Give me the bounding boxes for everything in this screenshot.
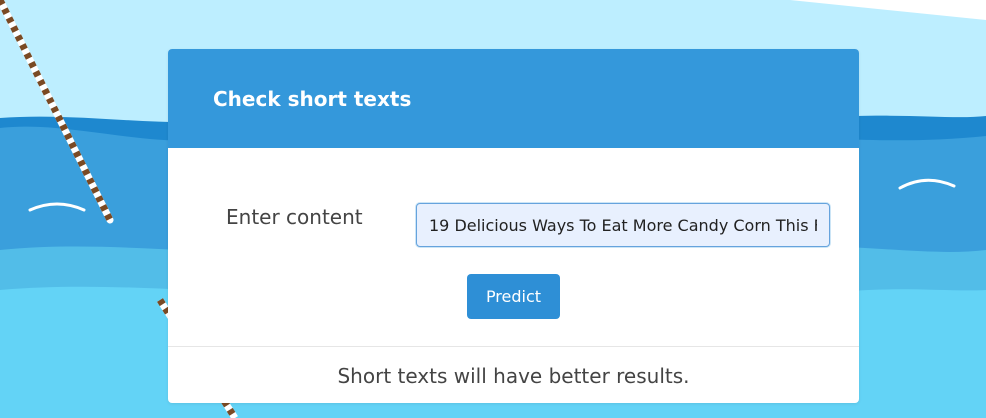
prediction-card: Check short texts Enter content Predict … [168, 49, 859, 403]
page-title: Check short texts [213, 86, 412, 111]
card-header: Check short texts [168, 49, 859, 148]
predict-button[interactable]: Predict [467, 274, 560, 319]
card-body: Enter content Predict [168, 148, 859, 346]
content-input[interactable] [416, 203, 830, 247]
card-footer: Short texts will have better results. [168, 346, 859, 403]
footer-note: Short texts will have better results. [337, 363, 690, 388]
content-label: Enter content [226, 205, 363, 229]
